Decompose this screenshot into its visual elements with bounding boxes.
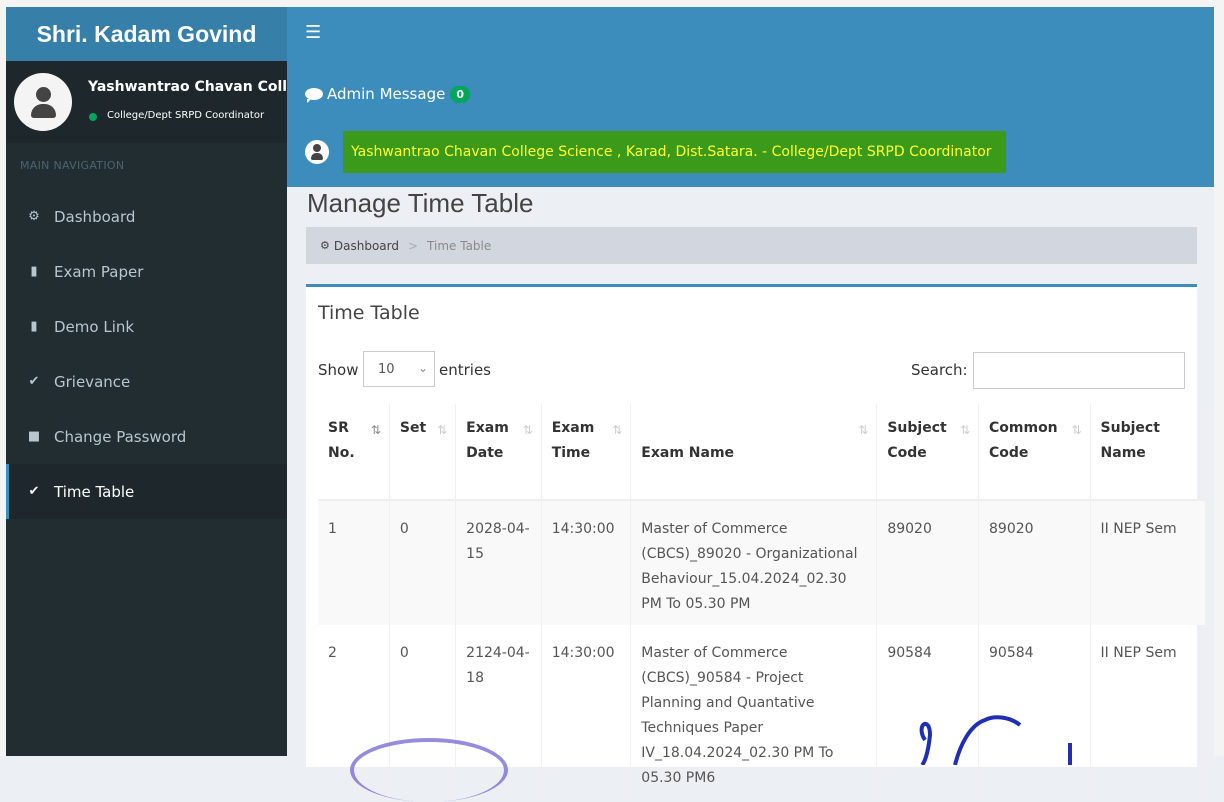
nav-header: MAIN NAVIGATION [20,159,125,172]
sidebar-user-name: Yashwantrao Chavan College [88,79,287,95]
cell-set: 0 [389,500,457,625]
column-header-common-code[interactable]: Common Code ⇅ [978,404,1091,501]
entries-label: entries [439,361,491,379]
sort-icon: ⇅ [1071,423,1082,437]
entries-select-value: 10 [378,361,395,377]
sort-icon: ⇅ [522,423,533,437]
sidebar-item-label: Change Password [54,427,187,446]
user-info-row: Yashwantrao Chavan College Science , Kar… [305,131,1006,173]
app-logo[interactable]: Shri. Kadam Govind [6,7,287,61]
dashboard-icon: ⚙ [320,239,330,252]
column-header-label: Common Code [989,420,1058,461]
sidebar-user-role: College/Dept SRPD Coordinator [107,110,265,121]
table-row: 1 0 2028-04-15 14:30:00 Master of Commer… [318,500,1207,625]
column-header-label: Subject Code [887,420,947,461]
sidebar-item-label: Time Table [54,482,135,501]
admin-message-label: Admin Message [327,85,446,103]
sidebar-item-label: Grievance [54,372,131,391]
cell-common-code: 89020 [978,500,1091,625]
search-label: Search: [911,361,968,379]
sidebar-item-exam-paper[interactable]: ▮ Exam Paper [6,244,287,299]
show-label: Show [318,361,359,379]
cell-subject-name: II NEP Sem [1090,500,1207,625]
check-icon: ✔ [28,484,40,499]
comment-icon [305,88,323,103]
cell-sr: 1 [318,500,390,625]
admin-message-link[interactable]: Admin Message 0 [305,85,470,103]
sort-icon: ⇅ [959,423,970,437]
sidebar-item-demo-link[interactable]: ▮ Demo Link [6,299,287,354]
sort-icon: ⇅ [612,423,623,437]
column-header-label: Set [399,420,427,436]
cell-date: 2028-04-15 [455,500,542,625]
file-icon: ▮ [30,319,38,334]
breadcrumb-separator: > [407,238,419,253]
screen-border-top [0,0,1224,7]
cell-time: 14:30:00 [541,625,632,799]
lock-icon: ■ [27,429,41,444]
file-icon: ▮ [30,264,38,279]
column-header-exam-name[interactable]: Exam Name ⇅ [630,404,878,501]
time-table-box: Time Table Show 10 ⌄ entries Search: SR … [306,284,1207,799]
sort-icon: ⇅ [437,423,448,437]
sidebar-item-label: Demo Link [54,317,135,336]
column-header-set[interactable]: Set ⇅ [389,404,457,501]
column-header-subject-name[interactable]: Subject Name [1090,404,1207,501]
cell-subject-name: II NEP Sem [1090,625,1207,799]
sidebar-item-label: Exam Paper [54,262,144,281]
sidebar: Yashwantrao Chavan College College/Dept … [6,61,287,756]
online-status-icon [89,113,97,121]
sort-asc-icon: ⇅ [370,423,381,437]
search-input[interactable] [973,352,1185,389]
user-panel: Yashwantrao Chavan College College/Dept … [6,61,287,143]
page-title: Manage Time Table [307,188,534,218]
column-header-label: Exam Date [466,420,509,461]
app-title: Shri. Kadam Govind [36,20,257,47]
sidebar-menu: ⚙ Dashboard ▮ Exam Paper ▮ Demo Link ✔ Griev… [6,189,287,519]
column-header-label: Subject Name [1100,420,1160,461]
top-navbar: ☰ Admin Message 0 Yashwantrao Chavan Col… [287,7,1214,187]
column-header-sr-no[interactable]: SR No. ⇅ [318,404,390,501]
sidebar-item-label: Dashboard [54,207,136,226]
chevron-down-icon: ⌄ [417,361,428,375]
column-header-label: Exam Time [551,420,595,461]
cell-time: 14:30:00 [541,500,632,625]
breadcrumb: ⚙ Dashboard > Time Table [306,227,1197,264]
column-header-exam-date[interactable]: Exam Date ⇅ [455,404,542,501]
breadcrumb-current: Time Table [427,238,492,253]
column-header-exam-time[interactable]: Exam Time ⇅ [541,404,632,501]
entries-select[interactable]: 10 ⌄ [363,351,435,387]
user-icon [305,140,329,164]
cell-subject-code: 89020 [876,500,979,625]
sidebar-item-time-table[interactable]: ✔ Time Table [6,464,287,519]
user-banner: Yashwantrao Chavan College Science , Kar… [343,131,1006,173]
stamp-mark [350,738,508,802]
sidebar-item-grievance[interactable]: ✔ Grievance [6,354,287,409]
admin-message-badge: 0 [450,85,470,103]
breadcrumb-home-link[interactable]: Dashboard [334,239,399,253]
sort-icon: ⇅ [858,423,869,437]
cell-exam-name: Master of Commerce (CBCS)_90584 - Projec… [630,625,878,799]
cell-exam-name: Master of Commerce (CBCS)_89020 - Organi… [630,500,878,625]
box-title: Time Table [318,302,420,324]
column-header-subject-code[interactable]: Subject Code ⇅ [876,404,979,501]
dashboard-icon: ⚙ [28,209,40,224]
signature-mark [919,715,1072,765]
sidebar-item-dashboard[interactable]: ⚙ Dashboard [6,189,287,244]
column-header-label: Exam Name [641,445,735,461]
avatar [14,73,72,131]
check-icon: ✔ [28,374,40,389]
screen-border-right [1214,0,1224,756]
sidebar-item-change-password[interactable]: ■ Change Password [6,409,287,464]
hamburger-icon[interactable]: ☰ [305,22,321,43]
column-header-label: SR No. [328,420,355,461]
